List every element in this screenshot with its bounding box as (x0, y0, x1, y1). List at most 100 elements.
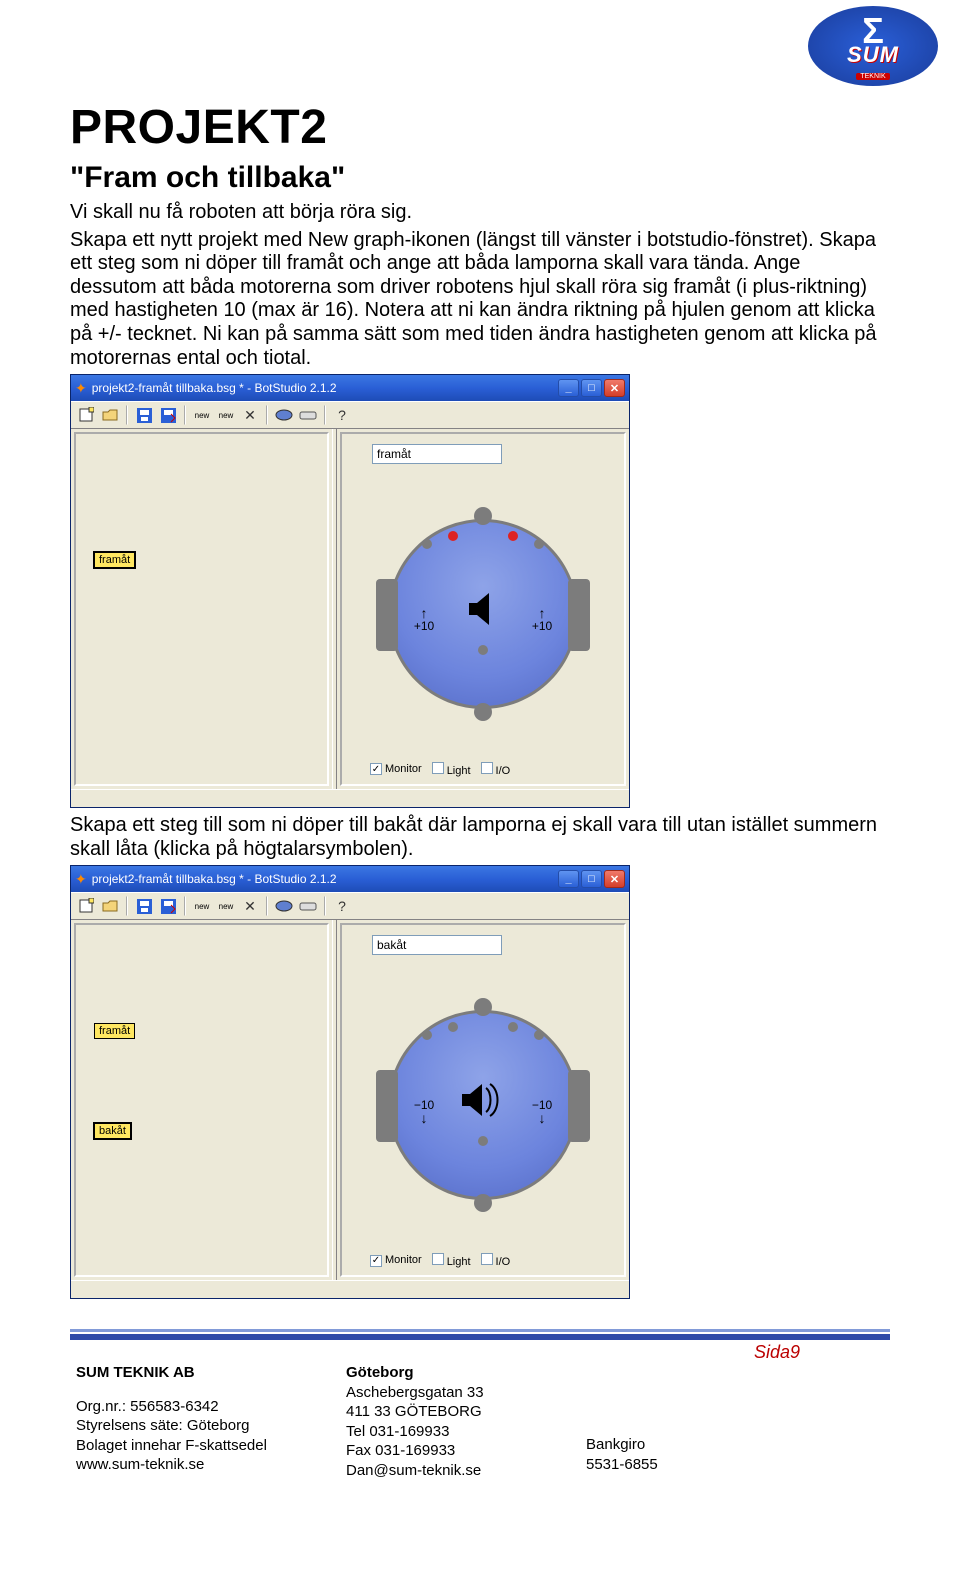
app-icon: ✦ (75, 380, 87, 397)
graph-canvas[interactable]: framåt bakåt (74, 923, 329, 1277)
help-icon[interactable]: ? (331, 404, 353, 426)
robot-icon[interactable] (273, 895, 295, 917)
title-bar[interactable]: ✦ projekt2-framåt tillbaka.bsg * - BotSt… (71, 866, 629, 892)
new-transition-icon[interactable]: new (215, 895, 237, 917)
new-graph-icon[interactable] (75, 404, 97, 426)
open-icon[interactable] (99, 895, 121, 917)
page-subtitle: "Fram och tillbaka" (70, 161, 890, 195)
new-transition-icon[interactable]: new (215, 404, 237, 426)
serial-icon[interactable] (297, 404, 319, 426)
light-checkbox[interactable]: Light (432, 762, 471, 777)
motor-right[interactable]: −10 ↓ (518, 1098, 566, 1124)
open-icon[interactable] (99, 404, 121, 426)
monitor-checkbox[interactable]: ✓Monitor (370, 763, 422, 776)
footer-tax: Bolaget innehar F-skattsedel (76, 1436, 306, 1456)
motor-left-value[interactable]: +10 (414, 619, 434, 633)
logo-name: SUM (847, 42, 899, 68)
edit-icon[interactable] (157, 895, 179, 917)
app-icon: ✦ (75, 871, 87, 888)
robot-wheel-left (376, 1070, 398, 1142)
company-logo: Σ SUM TEKNIK (808, 6, 938, 86)
footer-bankgiro-value: 5531-6855 (586, 1455, 736, 1475)
motor-right-value[interactable]: +10 (532, 619, 552, 633)
window-title: projekt2-framåt tillbaka.bsg * - BotStud… (92, 381, 556, 395)
delete-icon[interactable]: ✕ (239, 404, 261, 426)
help-icon[interactable]: ? (331, 895, 353, 917)
state-node-bakat[interactable]: bakåt (94, 1123, 131, 1139)
speaker-icon[interactable] (456, 579, 510, 639)
splitter[interactable] (332, 429, 337, 789)
maximize-button[interactable]: □ (581, 379, 602, 397)
footer-fax: Fax 031-169933 (346, 1441, 546, 1461)
state-detail-pane: framåt (340, 432, 626, 786)
close-button[interactable]: ✕ (604, 870, 625, 888)
arrow-up-icon: ↑ (518, 607, 566, 619)
footer-seat: Styrelsens säte: Göteborg (76, 1416, 306, 1436)
robot-icon[interactable] (273, 404, 295, 426)
footer-bankgiro-label: Bankgiro (586, 1435, 736, 1455)
motor-left[interactable]: ↑ +10 (400, 607, 448, 633)
light-checkbox[interactable]: Light (432, 1253, 471, 1268)
robot-view: −10 ↓ −10 ↓ (342, 961, 624, 1249)
edit-icon[interactable] (157, 404, 179, 426)
separator (266, 896, 268, 916)
delete-icon[interactable]: ✕ (239, 895, 261, 917)
new-state-icon[interactable]: new (191, 895, 213, 917)
robot-cap-bottom (474, 703, 492, 721)
monitor-checkbox[interactable]: ✓Monitor (370, 1254, 422, 1267)
arrow-down-icon: ↓ (400, 1112, 448, 1124)
serial-icon[interactable] (297, 895, 319, 917)
title-bar[interactable]: ✦ projekt2-framåt tillbaka.bsg * - BotSt… (71, 375, 629, 401)
motor-right[interactable]: ↑ +10 (518, 607, 566, 633)
save-icon[interactable] (133, 404, 155, 426)
toolbar: new new ✕ ? (71, 401, 629, 429)
page-title: PROJEKT2 (70, 100, 890, 155)
separator (126, 896, 128, 916)
footer-email: Dan@sum-teknik.se (346, 1461, 546, 1481)
toolbar: new new ✕ ? (71, 892, 629, 920)
state-node-framat[interactable]: framåt (94, 1023, 135, 1039)
separator (184, 405, 186, 425)
robot-wheel-right (568, 1070, 590, 1142)
close-button[interactable]: ✕ (604, 379, 625, 397)
speaker-icon[interactable] (456, 1070, 510, 1130)
new-graph-icon[interactable] (75, 895, 97, 917)
footer-url: www.sum-teknik.se (76, 1455, 306, 1475)
state-name-input[interactable]: bakåt (372, 935, 502, 955)
footer-tel: Tel 031-169933 (346, 1422, 546, 1442)
footer-divider (70, 1329, 890, 1340)
robot-wheel-right (568, 579, 590, 651)
paragraph-main: Skapa ett nytt projekt med New graph-iko… (70, 229, 890, 371)
new-state-icon[interactable]: new (191, 404, 213, 426)
footer-street: Aschebergsgatan 33 (346, 1383, 546, 1403)
arrow-up-icon: ↑ (400, 607, 448, 619)
separator (126, 405, 128, 425)
window-title: projekt2-framåt tillbaka.bsg * - BotStud… (92, 872, 556, 886)
logo-subtext: TEKNIK (856, 73, 889, 80)
footer-orgnr: Org.nr.: 556583-6342 (76, 1397, 306, 1417)
minimize-button[interactable]: _ (558, 870, 579, 888)
state-name-input[interactable]: framåt (372, 444, 502, 464)
footer-city: Göteborg (346, 1363, 546, 1383)
botstudio-window-1: ✦ projekt2-framåt tillbaka.bsg * - BotSt… (70, 374, 630, 808)
status-bar (71, 1280, 629, 1298)
io-checkbox[interactable]: I/O (481, 762, 511, 777)
separator (324, 405, 326, 425)
separator (266, 405, 268, 425)
save-icon[interactable] (133, 895, 155, 917)
document-page: Σ SUM TEKNIK PROJEKT2 "Fram och tillbaka… (0, 0, 960, 1579)
page-number: Sida9 (70, 1342, 890, 1363)
robot-cap-bottom (474, 1194, 492, 1212)
footer-zip: 411 33 GÖTEBORG (346, 1402, 546, 1422)
state-node-framat[interactable]: framåt (94, 552, 135, 568)
motor-left[interactable]: −10 ↓ (400, 1098, 448, 1124)
maximize-button[interactable]: □ (581, 870, 602, 888)
status-bar (71, 789, 629, 807)
io-checkbox[interactable]: I/O (481, 1253, 511, 1268)
splitter[interactable] (332, 920, 337, 1280)
robot-wheel-left (376, 579, 398, 651)
minimize-button[interactable]: _ (558, 379, 579, 397)
graph-canvas[interactable]: framåt (74, 432, 329, 786)
paragraph-second: Skapa ett steg till som ni döper till ba… (70, 814, 890, 861)
botstudio-window-2: ✦ projekt2-framåt tillbaka.bsg * - BotSt… (70, 865, 630, 1299)
